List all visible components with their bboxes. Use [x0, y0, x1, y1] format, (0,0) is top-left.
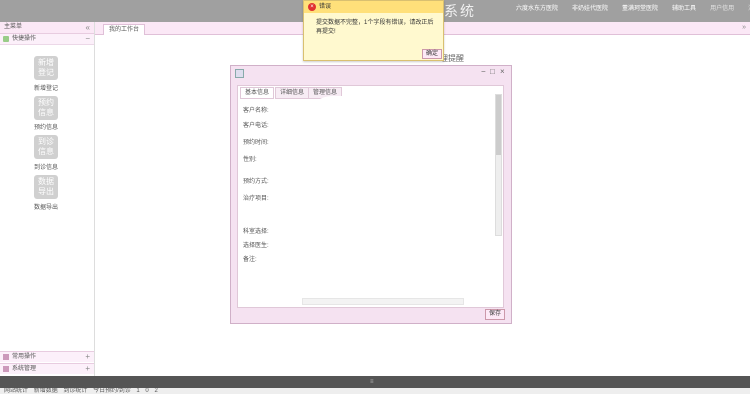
label-treatment: 治疗项目:: [243, 196, 269, 202]
sidebar-title: 主菜单: [4, 24, 23, 30]
scroll-thumb[interactable]: [496, 95, 501, 155]
ok-button[interactable]: 确定: [422, 49, 443, 59]
label-department: 科室选择:: [243, 229, 269, 235]
save-button[interactable]: 保存: [485, 309, 506, 320]
sidebar-header: 主菜单 «: [0, 22, 94, 34]
task-count-3: 2: [154, 388, 158, 394]
label-appointment-method: 预约方式:: [243, 179, 269, 185]
top-link-tools[interactable]: 辅助工具: [672, 3, 696, 12]
system-mgmt-icon: [3, 366, 9, 372]
new-registration-label: 新增登记: [34, 86, 59, 92]
redacted-form-inputs: [303, 96, 478, 276]
appointment-info-button[interactable]: 预约 信息: [34, 96, 58, 120]
minimize-icon[interactable]: −: [481, 67, 486, 76]
expand-icon[interactable]: +: [85, 364, 90, 374]
tab-detail-info[interactable]: 详细信息: [275, 87, 310, 99]
tab-basic-info[interactable]: 基本信息: [240, 87, 275, 99]
task-count-1: 1: [136, 388, 140, 394]
quick-ops-header[interactable]: 快捷操作 −: [0, 34, 94, 45]
task-count-2: 0: [145, 388, 149, 394]
horizontal-scrollbar[interactable]: [302, 298, 464, 305]
visit-info-label: 到诊信息: [34, 165, 59, 171]
customer-dialog: − □ × 基本信息 详细信息 管理信息 客户名称: 客户电话: 预约时间: 性…: [230, 65, 512, 324]
error-title: 错误: [319, 4, 332, 10]
common-ops-group[interactable]: 常用操作 +: [0, 351, 94, 362]
top-link-hospital-3[interactable]: 董满珂堂医院: [622, 3, 658, 12]
top-nav-links: 六度水东方医院 非奶娃代医院 董满珂堂医院 辅助工具 用户信用 消息 退出: [516, 3, 750, 12]
sidebar: 主菜单 « 快捷操作 − 新增 登记 新增登记 预约 信息 预约信息 到诊 信息…: [0, 22, 95, 376]
appointment-info-label: 预约信息: [34, 125, 59, 131]
window-icon: [235, 69, 244, 78]
error-dialog: × 错误 提交数据不完整，1个字段有错误，请改正后再提交! 确定: [303, 0, 444, 61]
quick-ops-label: 快捷操作: [12, 36, 37, 42]
system-mgmt-group[interactable]: 系统管理 +: [0, 363, 94, 374]
top-link-user[interactable]: 用户信用: [710, 3, 734, 12]
taskbar: 网站统计 新增数据 到诊统计 今日预约/到诊 1 0 2: [0, 388, 750, 394]
task-visit-stats[interactable]: 到诊统计: [63, 388, 87, 394]
close-icon[interactable]: ×: [500, 67, 505, 76]
label-customer-name: 客户名称:: [243, 108, 269, 114]
maximize-icon[interactable]: □: [490, 67, 495, 76]
data-export-label: 数据导出: [34, 205, 59, 211]
dialog-header: − □ ×: [231, 66, 511, 79]
quick-ops-icon: [3, 36, 9, 42]
visit-info-button[interactable]: 到诊 信息: [34, 135, 58, 159]
collapse-group-icon[interactable]: −: [85, 34, 90, 44]
common-ops-icon: [3, 354, 9, 360]
top-link-hospital-2[interactable]: 非奶娃代医院: [572, 3, 608, 12]
collapse-sidebar-icon[interactable]: «: [86, 22, 90, 33]
drag-handle-icon[interactable]: ≡: [370, 379, 374, 385]
bottom-split-bar[interactable]: ≡: [0, 376, 750, 388]
system-mgmt-label: 系统管理: [12, 366, 37, 372]
dialog-body: 基本信息 详细信息 管理信息 客户名称: 客户电话: 预约时间: 性别: 预约方…: [237, 85, 504, 308]
tab-workbench[interactable]: 我的工作台: [103, 24, 146, 35]
vertical-scrollbar[interactable]: [495, 94, 502, 236]
label-gender: 性别:: [243, 157, 257, 163]
error-header: × 错误: [304, 1, 443, 13]
label-doctor: 选择医生:: [243, 243, 269, 249]
top-link-hospital-1[interactable]: 六度水东方医院: [516, 3, 558, 12]
expand-icon[interactable]: +: [85, 352, 90, 362]
chevron-down-icon[interactable]: »: [742, 22, 746, 34]
new-registration-button[interactable]: 新增 登记: [34, 56, 58, 80]
label-notes: 备注:: [243, 257, 257, 263]
error-icon: ×: [308, 3, 316, 11]
common-ops-label: 常用操作: [12, 354, 37, 360]
task-site-stats[interactable]: 网站统计: [4, 388, 28, 394]
label-customer-phone: 客户电话:: [243, 123, 269, 129]
data-export-button[interactable]: 数据 导出: [34, 175, 58, 199]
task-today[interactable]: 今日预约/到诊: [93, 388, 131, 394]
task-new-data[interactable]: 新增数据: [34, 388, 58, 394]
error-message: 提交数据不完整，1个字段有错误，请改正后再提交!: [316, 20, 434, 35]
label-appointment-time: 预约时间:: [243, 140, 269, 146]
